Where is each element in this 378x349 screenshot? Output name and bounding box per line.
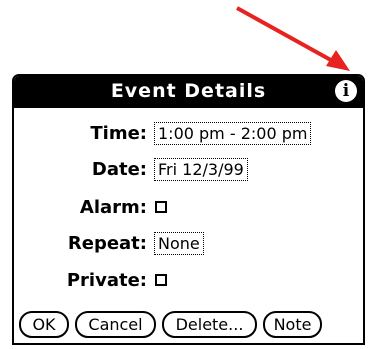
cancel-button[interactable]: Cancel: [75, 311, 156, 338]
repeat-label: Repeat:: [67, 233, 147, 254]
annotation-arrow: [236, 6, 350, 71]
repeat-row: Repeat: None: [14, 230, 363, 260]
private-row: Private:: [14, 267, 363, 297]
date-selector[interactable]: Fri 12/3/99: [154, 158, 248, 181]
alarm-checkbox[interactable]: [155, 201, 167, 213]
date-row: Date: Fri 12/3/99: [14, 156, 363, 186]
info-icon[interactable]: i: [335, 80, 357, 102]
alarm-label: Alarm:: [79, 197, 147, 218]
private-checkbox[interactable]: [155, 274, 167, 286]
ok-button[interactable]: OK: [19, 311, 69, 338]
private-label: Private:: [66, 270, 147, 291]
note-button[interactable]: Note: [263, 311, 322, 338]
alarm-row: Alarm:: [14, 194, 363, 224]
time-selector[interactable]: 1:00 pm - 2:00 pm: [154, 122, 312, 145]
time-row: Time: 1:00 pm - 2:00 pm: [14, 120, 363, 150]
time-label: Time:: [90, 123, 147, 144]
title-bar: Event Details i: [14, 76, 363, 108]
dialog-title: Event Details: [110, 80, 267, 102]
date-label: Date:: [91, 159, 147, 180]
event-details-dialog: Event Details i Time: 1:00 pm - 2:00 pm …: [12, 74, 365, 345]
delete-button[interactable]: Delete...: [162, 311, 257, 338]
repeat-selector[interactable]: None: [154, 232, 204, 255]
